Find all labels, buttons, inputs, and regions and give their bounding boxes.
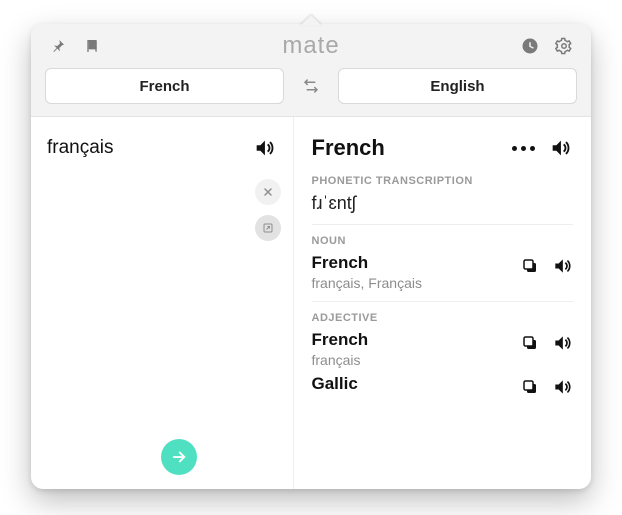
source-row: français bbox=[31, 117, 293, 161]
target-language-button[interactable]: English bbox=[338, 68, 577, 104]
result-pane: French Phonetic transcription fɹˈɛntʃ No… bbox=[294, 117, 592, 489]
divider bbox=[312, 224, 574, 225]
speak-entry-button[interactable] bbox=[551, 255, 573, 277]
entry-sub: français, Français bbox=[312, 275, 520, 291]
clear-input-button[interactable] bbox=[255, 179, 281, 205]
phonetic-label: Phonetic transcription bbox=[312, 175, 574, 187]
phrasebook-icon[interactable] bbox=[79, 33, 105, 59]
more-options-button[interactable] bbox=[512, 146, 535, 151]
source-language-button[interactable]: French bbox=[45, 68, 284, 104]
entry-head: French bbox=[312, 330, 520, 350]
definition-entry: Gallic bbox=[312, 374, 574, 398]
entry-head: Gallic bbox=[312, 374, 520, 394]
divider bbox=[312, 301, 574, 302]
source-text[interactable]: français bbox=[47, 137, 251, 159]
settings-icon[interactable] bbox=[551, 33, 577, 59]
definition-sections: Noun French français, Français Adjective Fre… bbox=[312, 235, 574, 398]
swap-languages-button[interactable] bbox=[296, 71, 326, 101]
expand-button[interactable] bbox=[255, 215, 281, 241]
definition-entry: French français bbox=[312, 330, 574, 368]
copy-entry-button[interactable] bbox=[519, 376, 541, 398]
content: français bbox=[31, 117, 591, 489]
popover: mate French English bbox=[31, 24, 591, 489]
speak-entry-button[interactable] bbox=[551, 332, 573, 354]
result-headline: French bbox=[312, 135, 513, 161]
copy-entry-button[interactable] bbox=[519, 332, 541, 354]
speak-result-button[interactable] bbox=[547, 135, 573, 161]
section-label: Noun bbox=[312, 235, 574, 247]
speak-entry-button[interactable] bbox=[551, 376, 573, 398]
source-side-actions bbox=[255, 179, 281, 241]
header-top: mate bbox=[31, 24, 591, 68]
speak-source-button[interactable] bbox=[251, 135, 277, 161]
entry-sub: français bbox=[312, 352, 520, 368]
phonetic-text: fɹˈɛntʃ bbox=[312, 193, 574, 214]
definition-entry: French français, Français bbox=[312, 253, 574, 291]
translate-button[interactable] bbox=[161, 439, 197, 475]
history-icon[interactable] bbox=[517, 33, 543, 59]
source-pane: français bbox=[31, 117, 294, 489]
header: mate French English bbox=[31, 24, 591, 117]
language-bar: French English bbox=[31, 68, 591, 116]
popover-caret bbox=[300, 15, 322, 26]
copy-entry-button[interactable] bbox=[519, 255, 541, 277]
result-header: French bbox=[312, 135, 574, 161]
entry-head: French bbox=[312, 253, 520, 273]
app-title: mate bbox=[282, 32, 339, 60]
pin-icon[interactable] bbox=[45, 33, 71, 59]
section-label: Adjective bbox=[312, 312, 574, 324]
popover-panel: mate French English bbox=[31, 24, 591, 489]
